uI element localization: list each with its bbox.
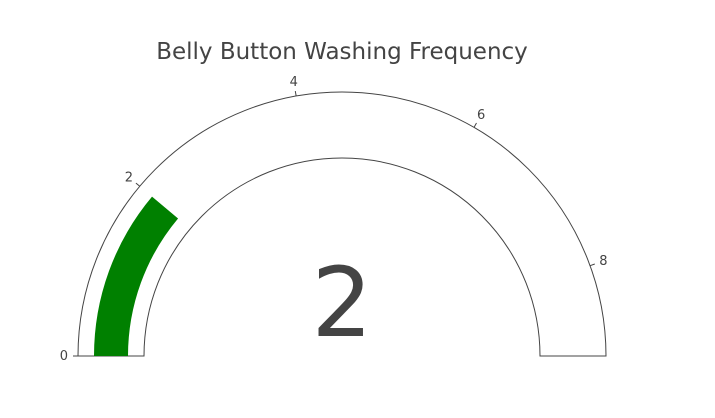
gauge-svg: Belly Button Washing Frequency 0 2 4 6 8 2 [60, 39, 608, 364]
gauge-tick-mark [294, 90, 297, 97]
gauge-value-number: 2 [311, 247, 372, 359]
gauge-tick-mark [589, 263, 595, 267]
chart-title: Belly Button Washing Frequency [156, 39, 528, 65]
gauge-tick-label: 4 [290, 75, 298, 90]
gauge-tick-label: 0 [60, 349, 68, 364]
gauge-tick-label: 2 [125, 170, 133, 185]
gauge-tick-label: 6 [477, 108, 485, 123]
gauge-tick-label: 8 [599, 254, 607, 269]
gauge-chart: Belly Button Washing Frequency 0 2 4 6 8 2 [0, 0, 715, 418]
gauge-tick-mark [473, 122, 477, 128]
gauge-tick-mark [135, 182, 141, 187]
gauge-value-bar [94, 196, 179, 356]
